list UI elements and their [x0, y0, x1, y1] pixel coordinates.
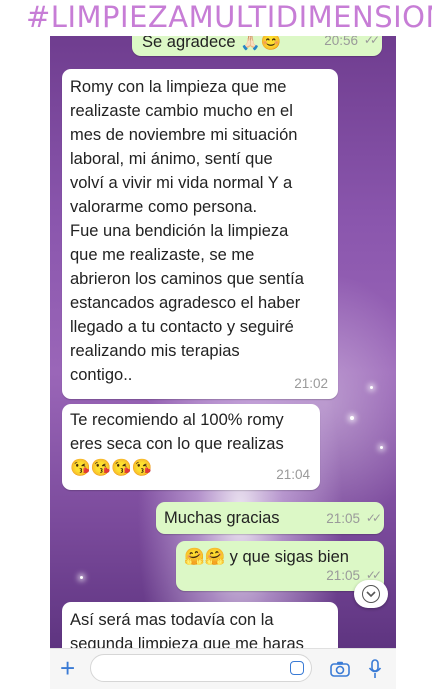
scroll-to-bottom-button[interactable]: [354, 580, 388, 608]
message-composer: +: [50, 648, 396, 689]
read-ticks-icon: ✓✓: [363, 36, 380, 47]
camera-icon[interactable]: [330, 661, 350, 682]
message-text: Así será mas todavía con la segunda limp…: [70, 611, 304, 648]
chat-area[interactable]: Se agradece 🙏🏻😊 20:56 ✓✓ Romy con la lim…: [50, 36, 396, 648]
plus-icon[interactable]: +: [60, 654, 75, 682]
message-bubble-outgoing[interactable]: 🤗🤗 y que sigas bien 21:05 ✓✓: [176, 541, 384, 591]
sparkle: [80, 576, 83, 579]
read-ticks-icon: ✓✓: [365, 511, 382, 525]
sparkle: [380, 446, 383, 449]
message-bubble-incoming[interactable]: Te recomiendo al 100% romy eres seca con…: [62, 404, 320, 490]
message-time: 21:05: [326, 511, 360, 526]
message-bubble-incoming[interactable]: Así será mas todavía con la segunda limp…: [62, 602, 338, 648]
message-time: 20:56: [324, 36, 358, 48]
message-input[interactable]: [90, 654, 312, 682]
message-bubble-outgoing[interactable]: Muchas gracias 21:05 ✓✓: [156, 502, 384, 534]
message-time: 21:04: [276, 467, 310, 482]
sticker-icon[interactable]: [290, 661, 304, 675]
message-bubble-incoming[interactable]: Romy con la limpieza que me realizaste c…: [62, 69, 338, 399]
message-bubble-outgoing[interactable]: Se agradece 🙏🏻😊 20:56 ✓✓: [132, 36, 382, 56]
chevron-down-icon: [362, 585, 380, 603]
message-text: Romy con la limpieza que me realizaste c…: [70, 78, 304, 384]
microphone-icon[interactable]: [368, 659, 382, 684]
story-hashtag: #LIMPIEZAMULTIDIMENSIONAL: [0, 0, 432, 36]
sparkle: [370, 386, 373, 389]
sparkle: [350, 416, 354, 420]
message-time: 21:05: [326, 568, 360, 583]
message-time: 21:02: [294, 376, 328, 391]
